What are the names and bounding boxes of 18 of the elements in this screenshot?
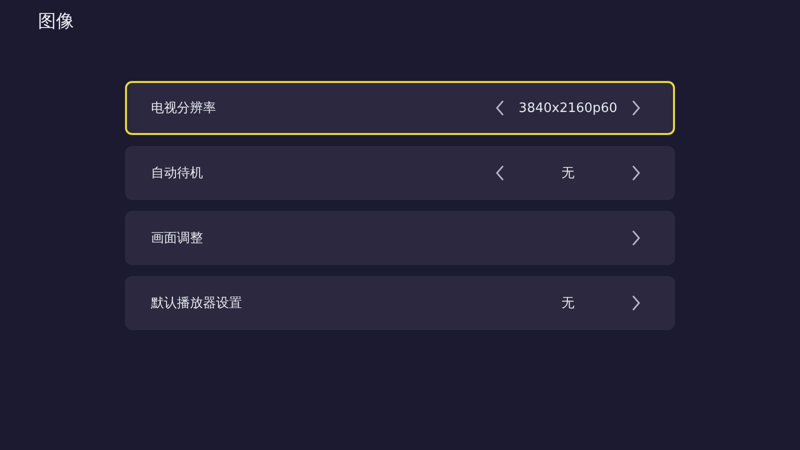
chevron-left-icon[interactable] — [495, 100, 505, 116]
setting-label: 默认播放器设置 — [151, 295, 243, 312]
settings-row[interactable]: 默认播放器设置 无 — [125, 276, 675, 330]
setting-label: 自动待机 — [151, 165, 204, 182]
page-title: 图像 — [38, 10, 75, 34]
setting-value: 3840x2160p60 — [518, 100, 618, 116]
chevron-right-icon[interactable] — [631, 230, 641, 246]
setting-value: 无 — [562, 295, 574, 312]
chevron-right-icon[interactable] — [631, 100, 641, 116]
setting-label: 画面调整 — [151, 230, 204, 247]
chevron-right-icon[interactable] — [631, 165, 641, 181]
settings-row[interactable]: 电视分辨率 3840x2160p60 — [125, 81, 675, 135]
settings-row[interactable]: 自动待机 无 — [125, 146, 675, 200]
setting-label: 电视分辨率 — [151, 100, 217, 117]
settings-row[interactable]: 画面调整 — [125, 211, 675, 265]
setting-value: 无 — [562, 165, 574, 182]
chevron-left-icon[interactable] — [495, 165, 505, 181]
chevron-right-icon[interactable] — [631, 295, 641, 311]
